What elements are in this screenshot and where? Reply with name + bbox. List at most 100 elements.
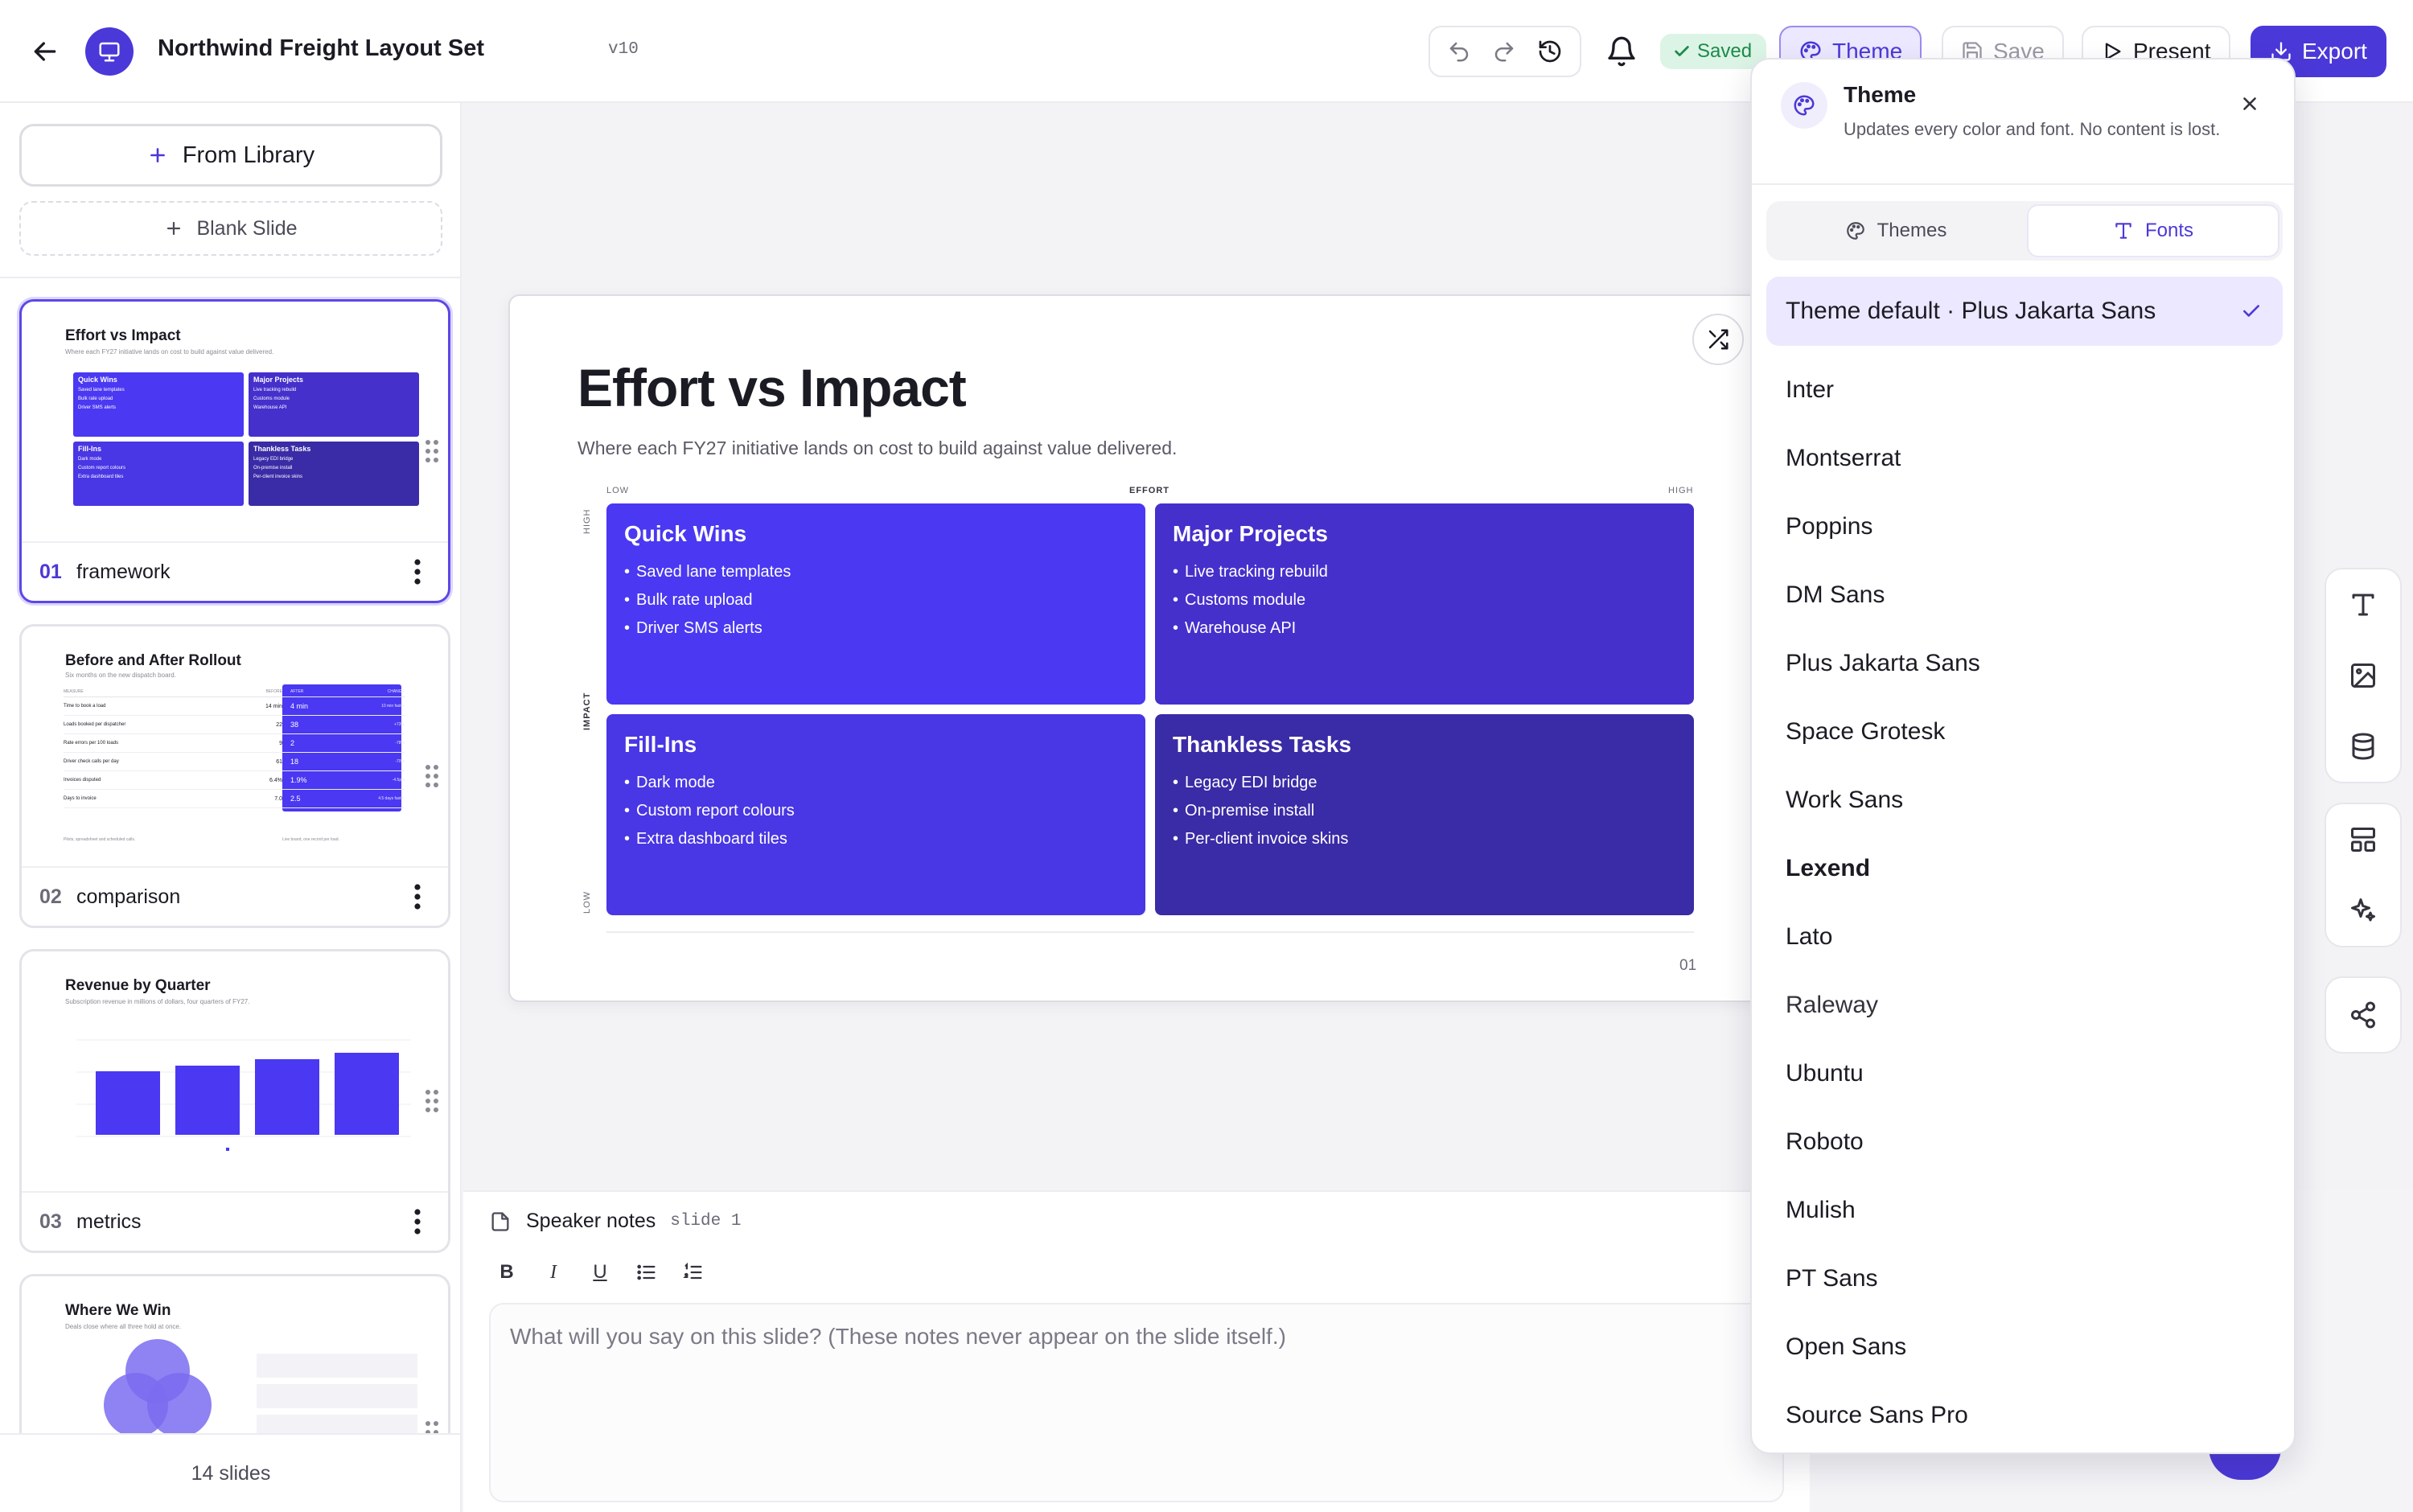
speaker-notes-editor[interactable]: What will you say on this slide? (These …	[489, 1303, 1784, 1502]
plus-icon	[164, 219, 183, 238]
slide-title[interactable]: Effort vs Impact	[578, 357, 967, 418]
from-library-button[interactable]: From Library	[19, 124, 442, 187]
thumb-quad-fill-ins: Fill-Ins Dark mode Custom report colours…	[73, 442, 244, 506]
quadrant-thankless-tasks[interactable]: Thankless Tasks Legacy EDI bridge On-pre…	[1155, 714, 1694, 915]
share-icon[interactable]	[2349, 1000, 2378, 1029]
thumb-quad-item: Legacy EDI bridge	[253, 457, 294, 462]
drag-handle-icon[interactable]	[424, 438, 440, 464]
font-option-pt-sans[interactable]: PT Sans	[1786, 1265, 1878, 1292]
thumb-cell-change: -4.5pts	[392, 778, 405, 783]
thumb-col-measure: MEASURE	[64, 688, 84, 694]
font-option-plus-jakarta-sans[interactable]: Plus Jakarta Sans	[1786, 650, 1980, 677]
thumb-quad-item: Dark mode	[78, 457, 102, 462]
kebab-icon[interactable]	[409, 556, 425, 588]
tab-fonts[interactable]: Fonts	[2027, 204, 2279, 257]
speaker-notes-panel: Speaker notes slide 1 B I U What will yo…	[463, 1190, 1810, 1512]
history-icon[interactable]	[1537, 39, 1563, 64]
thumb-bar	[335, 1053, 399, 1135]
slide-card-2[interactable]: Before and After Rollout Six months on t…	[19, 624, 450, 928]
thumb-compare-row: Time to book a load 14 min 4 min 10 min fas…	[64, 697, 405, 716]
slide-thumbnail: Before and After Rollout Six months on t…	[41, 635, 427, 860]
bell-icon[interactable]	[1605, 35, 1638, 68]
slide-count: 14 slides	[0, 1433, 460, 1512]
thumb-bar	[175, 1066, 240, 1135]
quadrant-fill-ins[interactable]: Fill-Ins Dark mode Custom report colours…	[606, 714, 1145, 915]
thumb-cell-change: 10 min faster	[381, 704, 405, 709]
thumb-quad-item: Extra dashboard tiles	[78, 475, 124, 479]
thumb-title: Effort vs Impact	[65, 327, 181, 344]
thumb-cell-after: 38	[290, 721, 299, 729]
notes-format-toolbar: B I U	[495, 1261, 705, 1284]
font-option-open-sans[interactable]: Open Sans	[1786, 1333, 1906, 1361]
font-option-dm-sans[interactable]: DM Sans	[1786, 581, 1885, 609]
font-option-roboto[interactable]: Roboto	[1786, 1128, 1864, 1156]
thumb-title: Before and After Rollout	[65, 652, 241, 669]
font-option-source-sans-pro[interactable]: Source Sans Pro	[1786, 1402, 1968, 1429]
database-icon[interactable]	[2349, 732, 2378, 761]
speaker-notes-label: Speaker notes	[526, 1210, 656, 1232]
underline-button[interactable]: U	[589, 1261, 611, 1284]
thumb-cell-measure: Days to invoice	[64, 796, 97, 801]
card-divider	[22, 1191, 448, 1193]
drag-handle-icon[interactable]	[424, 763, 440, 789]
slide-card-3[interactable]: Revenue by Quarter Subscription revenue …	[19, 949, 450, 1253]
text-icon[interactable]	[2349, 590, 2378, 619]
quadrant-major-projects[interactable]: Major Projects Live tracking rebuild Cus…	[1155, 503, 1694, 705]
slide-card-1[interactable]: Effort vs Impact Where each FY27 initiat…	[19, 299, 450, 603]
axis-effort-title: EFFORT	[1129, 486, 1170, 495]
font-option-mulish[interactable]: Mulish	[1786, 1197, 1856, 1224]
numbered-list-icon[interactable]	[682, 1261, 705, 1284]
bold-button[interactable]: B	[495, 1261, 518, 1284]
thumb-quad-thankless: Thankless Tasks Legacy EDI bridge On-pre…	[249, 442, 419, 506]
tool-rail	[2325, 568, 2405, 1054]
thumb-quad-title: Fill-Ins	[78, 445, 101, 453]
font-option-theme-default[interactable]: Theme default · Plus Jakarta Sans	[1766, 277, 2283, 346]
back-arrow-icon[interactable]	[29, 35, 61, 68]
saved-status-text: Saved	[1697, 40, 1753, 62]
thumb-bar	[96, 1071, 160, 1135]
undo-icon[interactable]	[1447, 39, 1471, 64]
thumb-subtitle: Six months on the new dispatch board.	[65, 672, 176, 679]
from-library-label: From Library	[182, 142, 315, 168]
theme-panel-description: Updates every color and font. No content…	[1844, 119, 2221, 139]
note-icon	[489, 1210, 512, 1233]
theme-panel-title: Theme	[1844, 82, 1917, 107]
font-option-space-grotesk[interactable]: Space Grotesk	[1786, 718, 1945, 746]
sparkle-icon[interactable]	[2349, 896, 2378, 925]
drag-handle-icon[interactable]	[424, 1088, 440, 1114]
axis-impact-low: LOW	[582, 890, 592, 914]
font-option-inter[interactable]: Inter	[1786, 376, 1834, 404]
italic-button[interactable]: I	[542, 1261, 565, 1284]
font-option-work-sans[interactable]: Work Sans	[1786, 787, 1903, 814]
saved-status-badge: Saved	[1660, 34, 1767, 69]
slide-subtitle[interactable]: Where each FY27 initiative lands on cost…	[578, 438, 1177, 459]
quadrant-quick-wins[interactable]: Quick Wins Saved lane templates Bulk rat…	[606, 503, 1145, 705]
slide-sidebar: From Library Blank Slide Effort vs Impac…	[0, 103, 462, 1512]
version-label: v10	[608, 40, 639, 59]
quadrant-item: Dark mode	[624, 769, 1128, 797]
kebab-icon[interactable]	[409, 881, 425, 913]
kebab-icon[interactable]	[409, 1206, 425, 1238]
layout-icon[interactable]	[2349, 825, 2378, 854]
font-option-poppins[interactable]: Poppins	[1786, 513, 1872, 540]
bullet-list-icon[interactable]	[635, 1261, 658, 1284]
tab-themes[interactable]: Themes	[1770, 204, 2022, 257]
font-option-ubuntu[interactable]: Ubuntu	[1786, 1060, 1864, 1087]
tab-fonts-label: Fonts	[2144, 220, 2194, 241]
font-option-raleway[interactable]: Raleway	[1786, 992, 1878, 1019]
redo-icon[interactable]	[1492, 39, 1516, 64]
thumb-cell-measure: Time to book a load	[64, 704, 106, 709]
document-title[interactable]: Northwind Freight Layout Set	[158, 35, 484, 62]
font-option-lato[interactable]: Lato	[1786, 923, 1832, 951]
shuffle-icon[interactable]	[1692, 314, 1744, 365]
blank-slide-button[interactable]: Blank Slide	[19, 201, 442, 256]
theme-panel-tabs: Themes Fonts	[1766, 201, 2283, 261]
sidebar-divider	[0, 277, 460, 278]
thumb-quad-item: On-premise install	[253, 466, 293, 470]
image-icon[interactable]	[2349, 661, 2378, 690]
font-option-montserrat[interactable]: Montserrat	[1786, 445, 1901, 472]
thumb-col-change: CHANGE	[387, 688, 405, 694]
thumb-compare-row: Rate errors per 100 loads 9 2 -78%	[64, 734, 405, 753]
close-icon[interactable]	[2233, 87, 2267, 121]
font-option-lexend[interactable]: Lexend	[1786, 855, 1870, 882]
